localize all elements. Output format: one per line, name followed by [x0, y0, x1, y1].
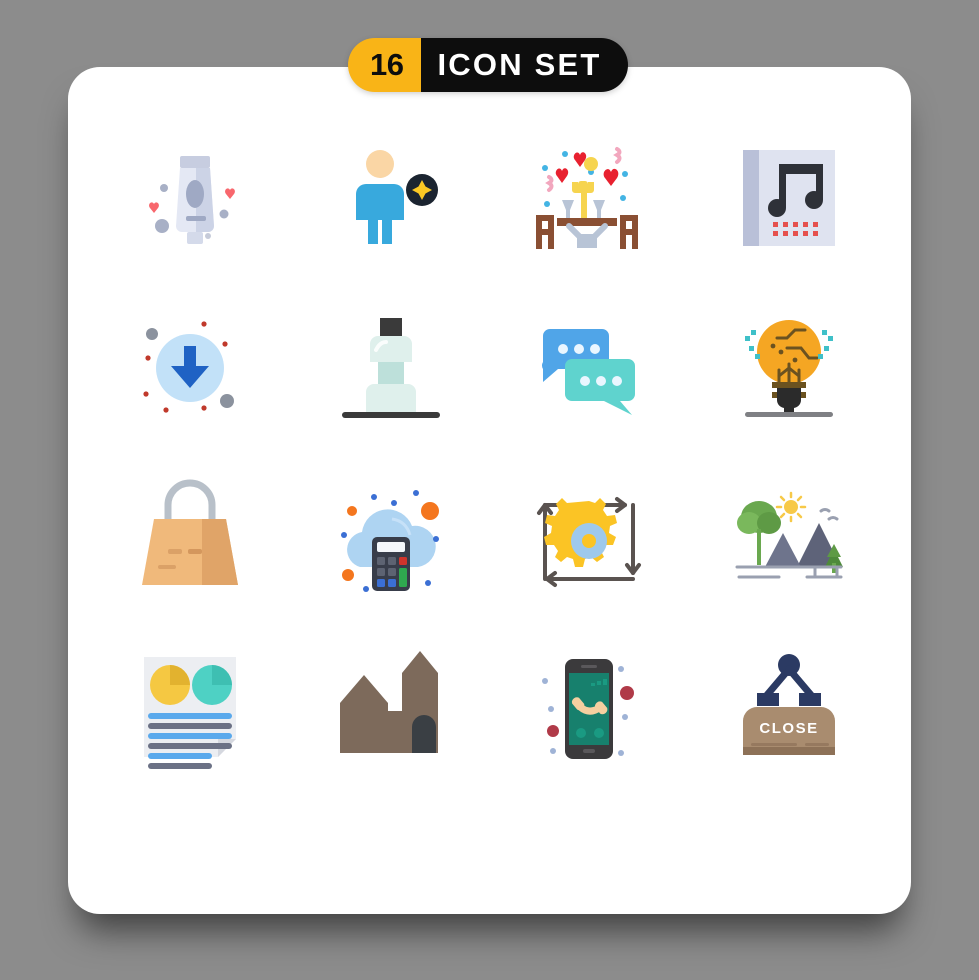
- icon-cell-13[interactable]: [90, 624, 290, 794]
- landscape-mountain-icon: [735, 491, 844, 579]
- smartphone-call-icon: [542, 658, 635, 759]
- icon-cell-10[interactable]: [290, 454, 490, 624]
- romantic-dinner-icon: [536, 147, 639, 250]
- icon-cell-7[interactable]: [490, 283, 690, 453]
- music-album-icon: [743, 150, 836, 247]
- cloud-calculator-icon: [340, 489, 439, 592]
- icon-cell-6[interactable]: [290, 283, 490, 453]
- badge-count: 16: [348, 38, 422, 92]
- close-sign-icon: CLOSE: [743, 653, 836, 755]
- cosmetic-tube-icon: [148, 156, 235, 245]
- icon-cell-3[interactable]: [490, 113, 690, 283]
- icon-cell-5[interactable]: [90, 283, 290, 453]
- icon-cell-11[interactable]: [490, 454, 690, 624]
- icon-cell-1[interactable]: [90, 113, 290, 283]
- icon-cell-8[interactable]: [689, 283, 889, 453]
- download-arrow-icon: [143, 321, 234, 413]
- icon-cell-16[interactable]: CLOSE: [689, 624, 889, 794]
- icon-grid: CLOSE: [68, 67, 911, 914]
- header-badge: 16 ICON SET: [348, 38, 628, 92]
- icon-cell-14[interactable]: [290, 624, 490, 794]
- close-sign-text: CLOSE: [760, 720, 819, 737]
- screenshot-stage: 16 ICON SET CLOSE: [0, 0, 979, 980]
- shopping-bag-icon: [141, 479, 238, 585]
- icon-cell-15[interactable]: [490, 624, 690, 794]
- report-document-icon: [143, 656, 236, 769]
- mouthwash-bottle-icon: [341, 318, 440, 419]
- icon-cell-12[interactable]: [689, 454, 889, 624]
- gear-process-icon: [537, 496, 642, 587]
- church-building-icon: [339, 650, 438, 753]
- icon-cell-4[interactable]: [689, 113, 889, 283]
- person-star-icon: [355, 150, 438, 245]
- icon-cell-2[interactable]: [290, 113, 490, 283]
- badge-title: ICON SET: [421, 38, 628, 92]
- chat-bubbles-icon: [542, 329, 636, 416]
- icon-cell-9[interactable]: [90, 454, 290, 624]
- idea-lightbulb-icon: [745, 320, 834, 418]
